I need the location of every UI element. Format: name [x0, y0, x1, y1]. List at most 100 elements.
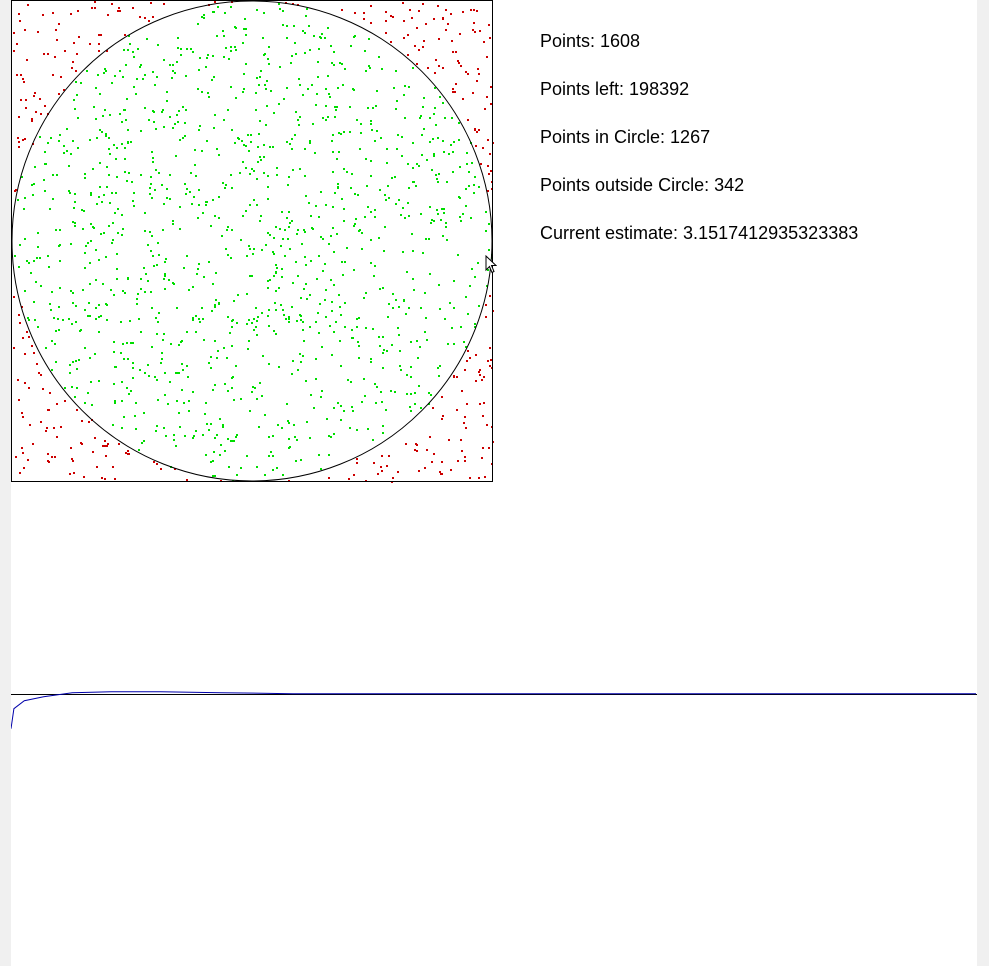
- inside-point: [250, 141, 252, 143]
- inside-point: [419, 117, 421, 119]
- inside-point: [76, 368, 78, 370]
- inside-point: [234, 46, 236, 48]
- outside-point: [152, 16, 154, 18]
- inside-point: [299, 168, 301, 170]
- inside-point: [276, 267, 278, 269]
- inside-point: [131, 181, 133, 183]
- inside-point: [212, 55, 214, 57]
- outside-point: [214, 1, 216, 3]
- inside-point: [224, 187, 226, 189]
- inside-point: [139, 369, 141, 371]
- inside-point: [275, 290, 277, 292]
- inside-point: [36, 257, 38, 259]
- inside-point: [211, 79, 213, 81]
- inside-point: [262, 355, 264, 357]
- inside-point: [66, 128, 68, 130]
- inside-point: [321, 346, 323, 348]
- inside-point: [144, 230, 146, 232]
- outside-point: [432, 407, 434, 409]
- inside-point: [361, 248, 363, 250]
- inside-point: [204, 413, 206, 415]
- outside-point: [69, 473, 71, 475]
- inside-point: [449, 302, 451, 304]
- inside-point: [444, 318, 446, 320]
- inside-point: [218, 303, 220, 305]
- inside-point: [170, 343, 172, 345]
- inside-point: [161, 184, 163, 186]
- inside-point: [321, 390, 323, 392]
- inside-point: [320, 37, 322, 39]
- outside-point: [461, 450, 463, 452]
- inside-point: [358, 357, 360, 359]
- inside-point: [349, 131, 351, 133]
- inside-point: [141, 442, 143, 444]
- inside-point: [205, 66, 207, 68]
- inside-point: [74, 193, 76, 195]
- inside-point: [263, 156, 265, 158]
- inside-point: [312, 123, 314, 125]
- inside-point: [318, 255, 320, 257]
- points-count-label: Points: 1608: [540, 31, 641, 51]
- outside-point: [56, 403, 58, 405]
- inside-point: [246, 323, 248, 325]
- outside-point: [481, 457, 483, 459]
- inside-point: [210, 356, 212, 358]
- inside-point: [317, 76, 319, 78]
- inside-point: [77, 147, 79, 149]
- outside-point: [71, 458, 73, 460]
- outside-point: [487, 360, 489, 362]
- outside-point: [403, 37, 405, 39]
- outside-point: [414, 449, 416, 451]
- inside-point: [471, 268, 473, 270]
- inside-point: [117, 232, 119, 234]
- inside-point: [445, 226, 447, 228]
- inside-point: [99, 93, 101, 95]
- outside-point: [40, 374, 42, 376]
- inside-point: [370, 358, 372, 360]
- inside-point: [290, 62, 292, 64]
- inside-point: [182, 106, 184, 108]
- inside-point: [404, 85, 406, 87]
- inside-point: [268, 46, 270, 48]
- outside-point: [370, 5, 372, 7]
- inside-point: [247, 348, 249, 350]
- inside-point: [130, 141, 132, 143]
- inside-point: [346, 171, 348, 173]
- inside-point: [151, 346, 153, 348]
- outside-point: [89, 43, 91, 45]
- inside-point: [69, 192, 71, 194]
- inside-point: [340, 133, 342, 135]
- outside-point: [125, 452, 127, 454]
- inside-point: [259, 382, 261, 384]
- outside-point: [463, 422, 465, 424]
- inside-point: [245, 63, 247, 65]
- inside-point: [356, 326, 358, 328]
- inside-point: [179, 206, 181, 208]
- inside-point: [297, 119, 299, 121]
- inside-point: [364, 216, 366, 218]
- inside-point: [243, 144, 245, 146]
- inside-point: [419, 346, 421, 348]
- inside-point: [350, 381, 352, 383]
- inside-point: [333, 433, 335, 435]
- inside-point: [268, 455, 270, 457]
- inside-point: [166, 91, 168, 93]
- inside-point: [340, 365, 342, 367]
- inside-point: [83, 210, 85, 212]
- inside-point: [206, 57, 208, 59]
- outside-point: [29, 424, 31, 426]
- inside-point: [164, 275, 166, 277]
- inside-point: [302, 94, 304, 96]
- inside-point: [370, 123, 372, 125]
- inside-point: [414, 403, 416, 405]
- inside-point: [203, 14, 205, 16]
- outside-point: [104, 440, 106, 442]
- outside-point: [470, 9, 472, 11]
- inside-point: [186, 48, 188, 50]
- inside-point: [395, 108, 397, 110]
- inside-point: [273, 275, 275, 277]
- inside-point: [180, 48, 182, 50]
- inside-point: [128, 172, 130, 174]
- inside-point: [223, 119, 225, 121]
- outside-point: [418, 470, 420, 472]
